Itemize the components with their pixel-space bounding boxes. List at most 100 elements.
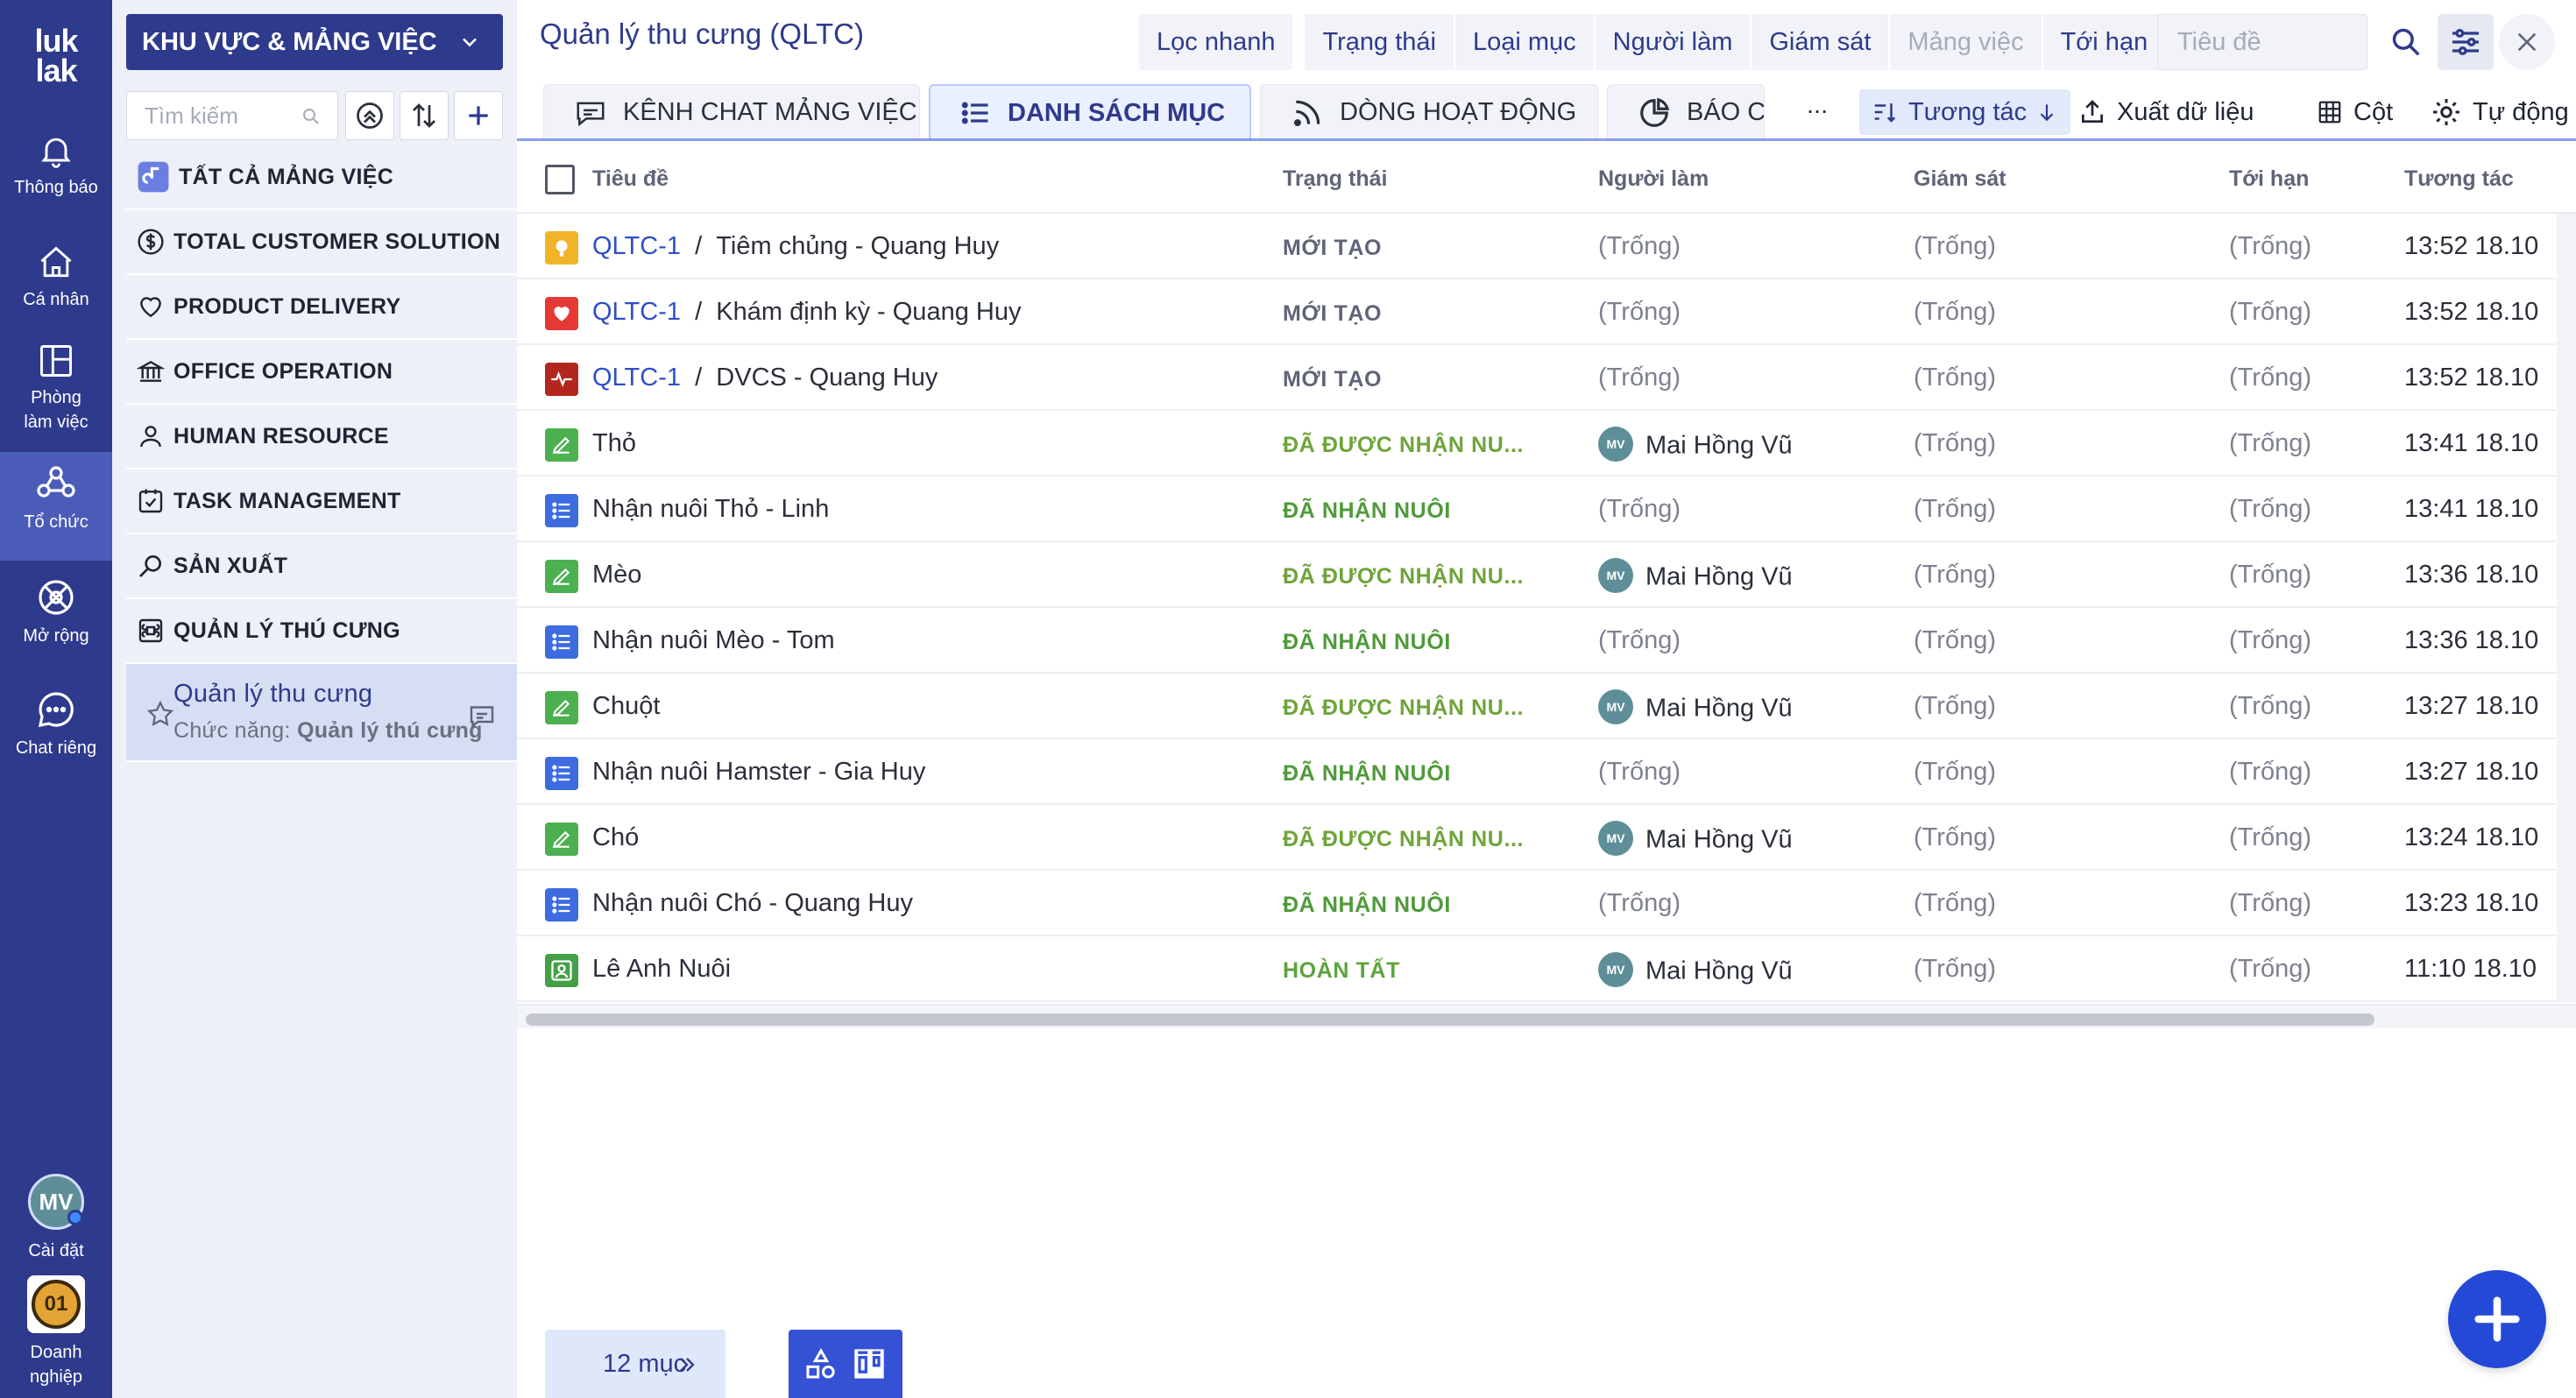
chat-bubble-icon[interactable] <box>466 701 498 732</box>
cell-assignee[interactable]: (Trống) <box>1598 364 1681 392</box>
item-title[interactable]: Tiêm chủng - Quang Huy <box>716 232 999 260</box>
cell-supervisor[interactable]: (Trống) <box>1914 429 1996 458</box>
cell-supervisor[interactable]: (Trống) <box>1914 561 1996 590</box>
sort-interaction-pill[interactable]: Tương tác <box>1859 89 2071 135</box>
search-button[interactable] <box>2378 14 2434 70</box>
workspace-dropdown-button[interactable]: KHU VỰC & MẢNG VIỆC <box>126 14 503 70</box>
column-header-status[interactable]: Trạng thái <box>1283 166 1387 192</box>
cell-assignee[interactable]: (Trống) <box>1598 298 1681 327</box>
add-workspace-button[interactable] <box>454 91 503 140</box>
cell-supervisor[interactable]: (Trống) <box>1914 626 1996 655</box>
column-header-supervisor[interactable]: Giám sát <box>1914 166 2006 192</box>
sidebar-search-input[interactable]: Tìm kiếm <box>126 91 338 140</box>
status-badge[interactable]: MỚI TẠO <box>1283 236 1382 261</box>
table-row[interactable]: Mèo ĐÃ ĐƯỢC NHẬN NU... MV Mai Hồng Vũ (Trống… <box>517 542 2576 608</box>
status-badge[interactable]: MỚI TẠO <box>1283 301 1382 327</box>
filter-quick[interactable]: Lọc nhanh <box>1139 14 1295 70</box>
status-badge[interactable]: ĐÃ NHẬN NUÔI <box>1283 761 1451 787</box>
sidebar-item-production[interactable]: SẢN XUẤT <box>126 534 517 599</box>
tab-item-list[interactable]: DANH SÁCH MỤC <box>929 84 1251 140</box>
cell-due[interactable]: (Trống) <box>2229 298 2311 327</box>
item-title[interactable]: Mèo <box>592 561 641 589</box>
table-row[interactable]: QLTC-1 / Tiêm chủng - Quang Huy MỚI TẠO (T… <box>517 214 2576 279</box>
item-title[interactable]: Lê Anh Nuôi <box>592 955 731 983</box>
filter-due[interactable]: Tới hạn <box>2042 14 2168 70</box>
item-title[interactable]: Nhận nuôi Mèo - Tom <box>592 626 835 654</box>
rail-item-notifications[interactable]: Thông báo <box>0 131 112 200</box>
rail-item-settings[interactable]: MV Cài đặt <box>0 1174 112 1263</box>
rail-item-private-chat[interactable]: Chat riêng <box>0 688 112 760</box>
rail-item-extensions[interactable]: Mở rộng <box>0 576 112 648</box>
board-view-icon[interactable] <box>850 1345 888 1383</box>
cell-assignee[interactable]: MV Mai Hồng Vũ <box>1598 952 1793 990</box>
status-badge[interactable]: MỚI TẠO <box>1283 367 1382 392</box>
auto-button[interactable]: Tự động <box>2431 88 2569 137</box>
shapes-icon[interactable] <box>803 1346 839 1381</box>
status-badge[interactable]: ĐÃ ĐƯỢC NHẬN NU... <box>1283 695 1524 721</box>
cell-supervisor[interactable]: (Trống) <box>1914 758 1996 787</box>
select-all-checkbox[interactable] <box>545 165 575 194</box>
cell-supervisor[interactable]: (Trống) <box>1914 692 1996 721</box>
sort-button[interactable]: Tương tác <box>1859 88 2071 137</box>
rail-item-workroom[interactable]: Phòng làm việc <box>0 342 112 434</box>
status-badge[interactable]: ĐÃ NHẬN NUÔI <box>1283 893 1451 918</box>
status-badge[interactable]: HOÀN TẤT <box>1283 958 1400 984</box>
column-header-due[interactable]: Tới hạn <box>2229 166 2309 192</box>
column-header-assignee[interactable]: Người làm <box>1598 166 1709 192</box>
filter-supervisor[interactable]: Giám sát <box>1752 14 1891 70</box>
rail-item-personal[interactable]: Cá nhân <box>0 244 112 312</box>
cell-supervisor[interactable]: (Trống) <box>1914 889 1996 918</box>
cell-due[interactable]: (Trống) <box>2229 758 2311 787</box>
cell-due[interactable]: (Trống) <box>2229 692 2311 721</box>
cell-due[interactable]: (Trống) <box>2229 626 2311 655</box>
item-title[interactable]: DVCS - Quang Huy <box>716 364 938 392</box>
cell-due[interactable]: (Trống) <box>2229 232 2311 261</box>
title-search-input[interactable]: Tiêu đề <box>2157 14 2367 70</box>
sidebar-item-active-workspace[interactable]: Quản lý thu cưng Chức năng: Quản lý thú … <box>126 664 517 762</box>
item-title[interactable]: Nhận nuôi Hamster - Gia Huy <box>592 758 925 786</box>
cell-due[interactable]: (Trống) <box>2229 429 2311 458</box>
status-badge[interactable]: ĐÃ ĐƯỢC NHẬN NU... <box>1283 433 1524 458</box>
filter-assignee[interactable]: Người làm <box>1595 14 1752 70</box>
sidebar-item-human-resource[interactable]: HUMAN RESOURCE <box>126 405 517 470</box>
table-row[interactable]: Lê Anh Nuôi HOÀN TẤT MV Mai Hồng Vũ (Trống) (… <box>517 936 2576 1002</box>
cell-supervisor[interactable]: (Trống) <box>1914 364 1996 392</box>
cell-assignee[interactable]: (Trống) <box>1598 889 1681 918</box>
cell-supervisor[interactable]: (Trống) <box>1914 955 1996 984</box>
item-count-button[interactable]: 12 mục <box>545 1330 725 1398</box>
column-header-interaction[interactable]: Tương tác <box>2404 166 2514 192</box>
table-row[interactable]: Chó ĐÃ ĐƯỢC NHẬN NU... MV Mai Hồng Vũ (Trống… <box>517 805 2576 871</box>
tab-activity-stream[interactable]: DÒNG HOẠT ĐỘNG <box>1260 84 1598 140</box>
item-code-link[interactable]: QLTC-1 <box>592 298 681 326</box>
filter-settings-button[interactable] <box>2438 14 2494 70</box>
sidebar-item-pet-management[interactable]: QUẢN LÝ THÚ CƯNG <box>126 599 517 664</box>
cell-due[interactable]: (Trống) <box>2229 823 2311 852</box>
table-row[interactable]: Nhận nuôi Chó - Quang Huy ĐÃ NHẬN NUÔI (Tr… <box>517 871 2576 936</box>
table-row[interactable]: Chuột ĐÃ ĐƯỢC NHẬN NU... MV Mai Hồng Vũ (Trố… <box>517 674 2576 739</box>
item-title[interactable]: Chuột <box>592 692 660 720</box>
cell-supervisor[interactable]: (Trống) <box>1914 495 1996 524</box>
cell-due[interactable]: (Trống) <box>2229 364 2311 392</box>
cell-supervisor[interactable]: (Trống) <box>1914 232 1996 261</box>
more-tabs-button[interactable]: ... <box>1807 91 1828 120</box>
column-header-title[interactable]: Tiêu đề <box>592 166 669 192</box>
cell-due[interactable]: (Trống) <box>2229 561 2311 590</box>
cell-assignee[interactable]: MV Mai Hồng Vũ <box>1598 558 1793 596</box>
cell-assignee[interactable]: (Trống) <box>1598 758 1681 787</box>
columns-button[interactable]: Cột <box>2317 88 2393 137</box>
cell-assignee[interactable]: (Trống) <box>1598 626 1681 655</box>
add-item-fab[interactable] <box>2448 1270 2546 1368</box>
table-row[interactable]: Nhận nuôi Mèo - Tom ĐÃ NHẬN NUÔI (Trống) (T… <box>517 608 2576 674</box>
cell-due[interactable]: (Trống) <box>2229 495 2311 524</box>
star-icon[interactable] <box>145 699 175 729</box>
tab-report[interactable]: BÁO C <box>1607 84 1765 140</box>
app-logo[interactable]: luk lak <box>0 25 112 87</box>
cell-assignee[interactable]: (Trống) <box>1598 232 1681 261</box>
status-badge[interactable]: ĐÃ ĐƯỢC NHẬN NU... <box>1283 827 1524 852</box>
item-title[interactable]: Nhận nuôi Thỏ - Linh <box>592 495 829 523</box>
item-code-link[interactable]: QLTC-1 <box>592 364 681 392</box>
filter-status[interactable]: Trạng thái <box>1305 14 1455 70</box>
item-title[interactable]: Thỏ <box>592 429 636 457</box>
cell-assignee[interactable]: MV Mai Hồng Vũ <box>1598 821 1793 858</box>
item-title[interactable]: Nhận nuôi Chó - Quang Huy <box>592 889 913 917</box>
